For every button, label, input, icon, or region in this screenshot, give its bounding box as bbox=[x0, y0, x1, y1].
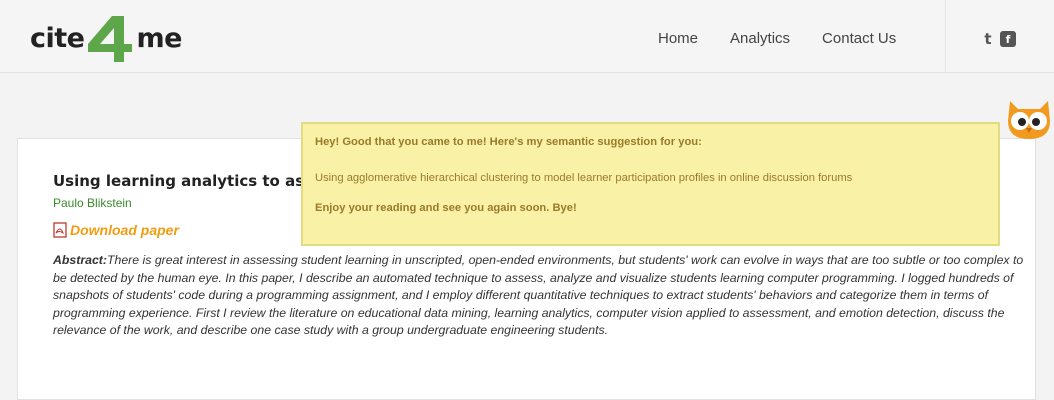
main-nav: Home Analytics Contact Us bbox=[658, 30, 928, 47]
nav-contact-us[interactable]: Contact Us bbox=[822, 30, 896, 47]
twitter-icon[interactable]: t bbox=[980, 30, 996, 48]
download-paper-link[interactable]: Download paper bbox=[53, 222, 179, 238]
site-header: cite 4 me Home Analytics Contact Us t f bbox=[0, 0, 1054, 73]
facebook-icon[interactable]: f bbox=[1000, 31, 1016, 47]
logo-text-cite: cite bbox=[30, 22, 85, 54]
social-links: t f bbox=[980, 30, 1016, 48]
nav-analytics[interactable]: Analytics bbox=[730, 30, 790, 47]
suggested-paper-link[interactable]: Using agglomerative hierarchical cluster… bbox=[315, 172, 986, 184]
logo-number-4-icon: 4 bbox=[88, 14, 133, 62]
owl-mascot-icon[interactable] bbox=[1004, 95, 1054, 140]
nav-divider bbox=[945, 0, 946, 72]
suggestion-closing: Enjoy your reading and see you again soo… bbox=[315, 202, 577, 214]
abstract-label: Abstract: bbox=[53, 253, 107, 267]
paper-author[interactable]: Paulo Blikstein bbox=[53, 196, 132, 210]
paper-title[interactable]: Using learning analytics to asse bbox=[53, 172, 323, 190]
nav-home[interactable]: Home bbox=[658, 30, 698, 47]
download-paper-label: Download paper bbox=[70, 222, 179, 238]
suggestion-tooltip: Hey! Good that you came to me! Here's my… bbox=[301, 122, 1000, 246]
paper-abstract: Abstract:There is great interest in asse… bbox=[53, 252, 1028, 340]
logo-number: 4 bbox=[88, 14, 89, 15]
logo-text-me: me bbox=[136, 22, 182, 54]
abstract-text: There is great interest in assessing stu… bbox=[53, 253, 1024, 337]
site-logo[interactable]: cite 4 me bbox=[30, 14, 182, 62]
suggestion-greeting: Hey! Good that you came to me! Here's my… bbox=[315, 136, 702, 148]
pdf-icon bbox=[53, 222, 67, 238]
